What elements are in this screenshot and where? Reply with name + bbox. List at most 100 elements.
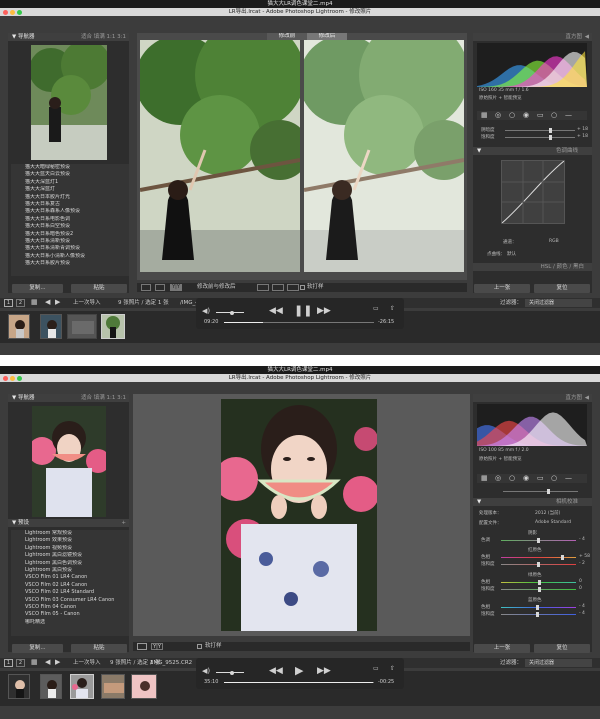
process-value[interactable]: 2012 (当前) (535, 510, 560, 516)
screen-2-button[interactable]: 2 (16, 299, 25, 307)
histogram-header[interactable]: 直方图 ◀ (473, 33, 592, 41)
airplay-icon[interactable]: ▭ (373, 665, 379, 672)
copy-button[interactable]: 复制... (12, 284, 63, 293)
point-curve-value[interactable]: 默认 (507, 251, 516, 257)
copy-before-icon[interactable] (272, 284, 284, 291)
preset-item[interactable]: Lightroom 效果预设 (11, 537, 129, 544)
swap-settings-icon[interactable] (257, 284, 269, 291)
radial-filter-icon[interactable]: ○ (551, 474, 557, 482)
navigator-zoom-modes[interactable]: 适合 填满 1:1 3:1 (81, 394, 126, 402)
crop-tool-icon[interactable]: ◎ (495, 474, 501, 482)
compare-view-icon[interactable] (155, 284, 165, 291)
after-photo[interactable] (304, 40, 464, 272)
preset-item[interactable]: 猫大大日系胶片预设 (11, 260, 129, 267)
preset-item[interactable]: Lightroom 黑白色调预设 (11, 560, 129, 567)
preset-item[interactable]: 猫大大暗绿秘密预设 (11, 164, 129, 171)
pause-icon[interactable]: ❚❚ (294, 304, 312, 317)
crop-tool-icon[interactable]: ◎ (495, 111, 501, 119)
filmstrip-thumb[interactable] (101, 674, 125, 699)
redeye-icon[interactable]: ◉ (523, 474, 529, 482)
preset-item[interactable]: 猫大大日系清新预设 (11, 238, 129, 245)
shadow-tint-slider-knob[interactable] (537, 538, 540, 543)
rewind-icon[interactable]: ◀◀ (269, 306, 283, 316)
preset-item[interactable]: 猫大大日系暗色预设2 (11, 231, 129, 238)
preset-item[interactable]: 哪吒精选 (11, 619, 129, 626)
minimize-window-button[interactable] (10, 10, 15, 15)
share-icon[interactable]: ⇧ (390, 305, 395, 312)
red-hue-slider[interactable] (501, 555, 576, 560)
preset-item[interactable]: 猫大大日系小清新人像预设 (11, 253, 129, 260)
preset-item[interactable]: VSCO Film 03 Consumer LR4 Canon (11, 597, 129, 604)
fast-forward-icon[interactable]: ▶▶ (317, 306, 331, 316)
preset-item[interactable]: VSCO Film 02 LR4 Standard (11, 589, 129, 596)
filmstrip-thumb-selected[interactable] (70, 674, 94, 699)
preset-item[interactable]: VSCO Film 05 - Canon (11, 611, 129, 618)
volume-slider-knob[interactable] (230, 310, 234, 315)
filmstrip-thumb-selected[interactable] (101, 314, 125, 339)
preset-item[interactable]: 猫大大深蓝灯1 (11, 179, 129, 186)
saturation-slider[interactable] (505, 135, 575, 140)
softproof-checkbox[interactable] (300, 285, 305, 290)
spot-removal-icon[interactable]: ○ (509, 474, 515, 482)
filter-select[interactable]: 关闭过滤器 (525, 659, 592, 667)
preset-item[interactable]: 猫大大深蓝灯 (11, 186, 129, 193)
blue-hue-slider-knob[interactable] (536, 605, 539, 610)
saturation-slider-knob[interactable] (549, 135, 552, 140)
preset-item[interactable]: 猫大大蓝天白云预设 (11, 171, 129, 178)
paste-button[interactable]: 粘贴 (71, 644, 127, 653)
play-icon[interactable]: ▶ (295, 664, 303, 677)
grid-view-icon[interactable]: ▦ (31, 658, 38, 666)
rewind-icon[interactable]: ◀◀ (269, 666, 283, 676)
minimize-window-button[interactable] (10, 376, 15, 381)
filmstrip-thumb[interactable] (40, 674, 62, 699)
preset-item[interactable]: VSCO Film 01 LR4 Canon (11, 574, 129, 581)
vibrance-slider[interactable] (505, 128, 575, 133)
red-sat-slider-knob[interactable] (537, 562, 540, 567)
histogram-header[interactable]: 直方图 ◀ (473, 394, 592, 402)
profile-value[interactable]: Adobe Standard (535, 520, 571, 525)
preset-item[interactable]: 猫大大日系森系人像预设 (11, 208, 129, 215)
video-scrubber[interactable] (224, 682, 374, 683)
hsl-header[interactable]: HSL / 颜色 / 黑白 (473, 263, 592, 271)
filmstrip-thumb[interactable] (131, 674, 157, 699)
copy-button[interactable]: 复制... (12, 644, 63, 653)
tone-curve-graph[interactable] (501, 160, 565, 224)
preset-item[interactable]: 猫大大日系白空预设 (11, 223, 129, 230)
add-preset-icon[interactable]: + (121, 519, 126, 527)
filmstrip-thumb[interactable] (8, 314, 30, 339)
preset-item[interactable]: Lightroom 黑白预设 (11, 567, 129, 574)
green-sat-slider[interactable] (501, 587, 576, 592)
source-label[interactable]: 上一次导入 (73, 658, 101, 668)
close-window-button[interactable] (3, 376, 8, 381)
grid-tool-icon[interactable]: ▦ (481, 474, 488, 482)
previous-button[interactable]: 上一张 (474, 284, 530, 293)
calibration-header[interactable]: ▼ 相机校准 (473, 498, 592, 506)
screen-2-button[interactable]: 2 (16, 659, 25, 667)
navigator-header[interactable]: ▼ 导航器 适合 填满 1:1 3:1 (8, 394, 129, 402)
preset-item[interactable]: 猫大大日系清新青调预设 (11, 245, 129, 252)
preset-item[interactable]: Lightroom 常规预设 (11, 530, 129, 537)
volume-icon[interactable]: ◀) (202, 667, 210, 675)
navigator-preview[interactable] (29, 40, 111, 160)
redeye-icon[interactable]: ◉ (523, 111, 529, 119)
main-photo[interactable] (221, 399, 377, 631)
preset-item[interactable]: VSCO Film 04 Canon (11, 604, 129, 611)
blue-hue-slider[interactable] (501, 605, 576, 610)
navigator-zoom-modes[interactable]: 适合 填满 1:1 3:1 (81, 33, 126, 41)
preset-item[interactable]: VSCO Film 02 LR4 Canon (11, 582, 129, 589)
reset-button[interactable]: 复位 (534, 644, 590, 653)
blue-sat-slider[interactable] (501, 612, 576, 617)
screen-1-button[interactable]: 1 (4, 299, 13, 307)
filmstrip-thumb[interactable] (67, 314, 97, 339)
preset-item[interactable]: 猫大大日系电影色调 (11, 216, 129, 223)
volume-slider[interactable] (216, 310, 244, 315)
filter-select[interactable]: 关闭过滤器 (525, 299, 592, 307)
back-arrow-icon[interactable]: ◀ (45, 298, 50, 306)
source-label[interactable]: 上一次导入 (73, 298, 101, 308)
before-after-icon[interactable]: Y|Y (151, 643, 163, 650)
zoom-window-button[interactable] (17, 376, 22, 381)
green-hue-slider[interactable] (501, 580, 576, 585)
adjustment-brush-icon[interactable]: — (565, 474, 572, 482)
loupe-view-icon[interactable] (137, 643, 147, 650)
before-photo[interactable] (140, 40, 300, 272)
